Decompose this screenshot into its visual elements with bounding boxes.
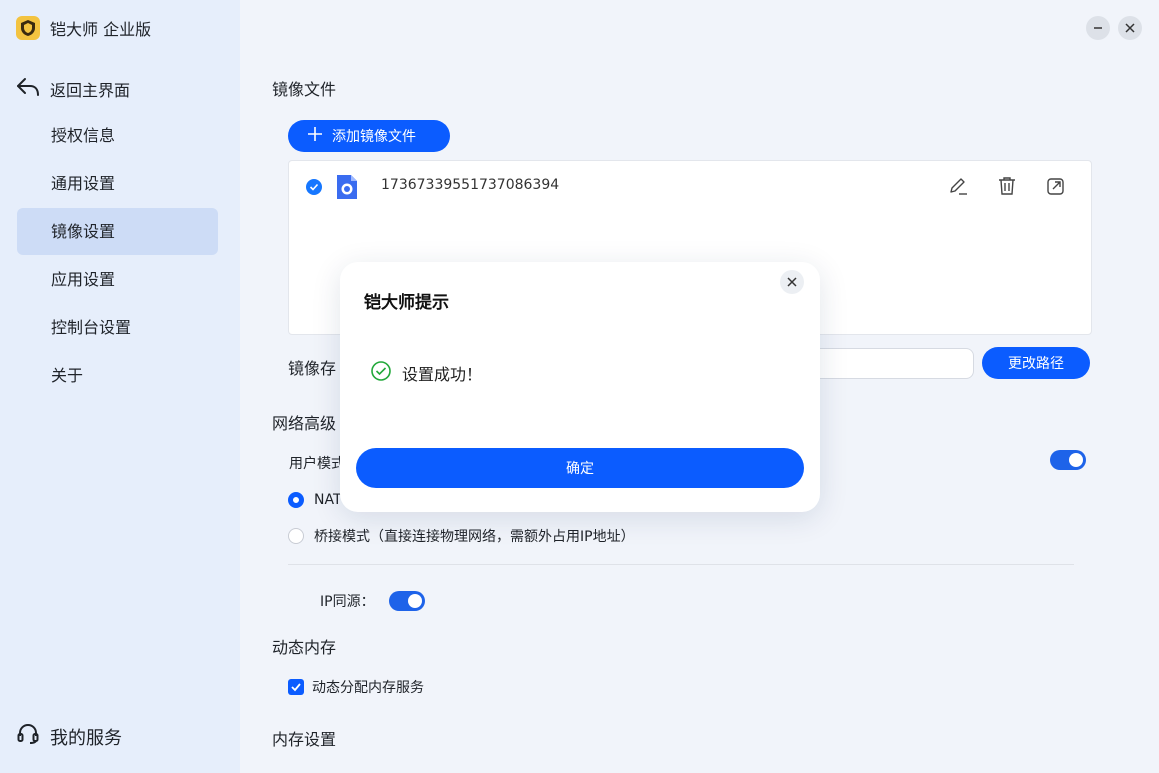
radio-selected	[288, 492, 304, 508]
radio-unselected	[288, 528, 304, 544]
image-file-icon	[335, 173, 359, 205]
app-logo-icon	[16, 16, 40, 40]
back-label: 返回主界面	[50, 81, 131, 100]
user-mode-label: 用户模式	[289, 456, 345, 472]
change-path-button[interactable]: 更改路径	[982, 347, 1090, 379]
nat-mode-radio[interactable]: NAT	[288, 492, 342, 508]
export-icon	[1045, 178, 1067, 201]
plus-icon	[308, 127, 322, 145]
app-title: 铠大师 企业版	[50, 20, 152, 39]
sidebar: 铠大师 企业版 返回主界面 授权信息 通用设置 镜像设置 应用设置 控制台设置 …	[0, 0, 240, 773]
dialog-close-button[interactable]	[780, 270, 804, 294]
success-check-icon	[370, 360, 392, 386]
network-advanced-title: 网络高级	[272, 414, 337, 433]
dialog-title: 铠大师提示	[364, 293, 449, 313]
dialog-message-text: 设置成功！	[402, 365, 483, 384]
delete-button[interactable]	[996, 175, 1020, 199]
dynamic-memory-label: 动态分配内存服务	[312, 680, 424, 696]
sidebar-nav: 授权信息 通用设置 镜像设置 应用设置 控制台设置 关于	[17, 112, 218, 400]
image-path-label: 镜像存	[288, 359, 337, 378]
sidebar-item-license[interactable]: 授权信息	[17, 112, 218, 159]
bridge-mode-label: 桥接模式（直接连接物理网络，需额外占用IP地址）	[314, 529, 635, 545]
add-image-file-button[interactable]: 添加镜像文件	[288, 120, 450, 152]
image-files-title: 镜像文件	[272, 80, 337, 99]
edit-button[interactable]	[947, 175, 971, 199]
edit-icon	[947, 178, 969, 201]
ip-same-source-label: IP同源：	[320, 594, 375, 610]
sidebar-item-console[interactable]: 控制台设置	[17, 304, 218, 351]
file-selected-checkbox[interactable]	[306, 179, 322, 195]
back-to-main-button[interactable]: 返回主界面	[16, 76, 130, 102]
close-icon	[786, 273, 798, 292]
checkbox-checked	[288, 679, 304, 695]
headset-icon	[16, 722, 40, 751]
dialog-ok-button[interactable]: 确定	[356, 448, 804, 488]
list-item[interactable]: 17367339551737086394	[289, 173, 1091, 203]
nat-mode-label: NAT	[314, 492, 342, 508]
sidebar-item-app[interactable]: 应用设置	[17, 256, 218, 303]
sidebar-item-general[interactable]: 通用设置	[17, 160, 218, 207]
dynamic-memory-title: 动态内存	[272, 638, 337, 657]
add-image-file-label: 添加镜像文件	[332, 129, 416, 145]
ip-same-source-row: IP同源：	[320, 591, 425, 611]
user-mode-toggle[interactable]	[1050, 450, 1086, 470]
image-path-field[interactable]	[800, 348, 974, 379]
memory-settings-title: 内存设置	[272, 730, 337, 749]
ip-same-source-toggle[interactable]	[388, 591, 425, 611]
dynamic-memory-checkbox[interactable]: 动态分配内存服务	[288, 677, 424, 697]
bridge-mode-radio[interactable]: 桥接模式（直接连接物理网络，需额外占用IP地址）	[288, 526, 635, 546]
file-name: 17367339551737086394	[381, 177, 560, 193]
back-arrow-icon	[16, 76, 40, 102]
export-button[interactable]	[1045, 175, 1069, 199]
app-window: 铠大师 企业版 返回主界面 授权信息 通用设置 镜像设置 应用设置 控制台设置 …	[0, 0, 1159, 773]
sidebar-item-image[interactable]: 镜像设置	[17, 208, 218, 255]
dialog-message: 设置成功！	[370, 360, 482, 386]
my-service-label: 我的服务	[50, 727, 122, 749]
trash-icon	[996, 177, 1018, 201]
my-service-button[interactable]: 我的服务	[16, 722, 122, 751]
brand: 铠大师 企业版	[16, 16, 151, 40]
divider	[288, 564, 1074, 565]
success-dialog: 铠大师提示 设置成功！ 确定	[340, 262, 820, 512]
sidebar-item-about[interactable]: 关于	[17, 352, 218, 399]
